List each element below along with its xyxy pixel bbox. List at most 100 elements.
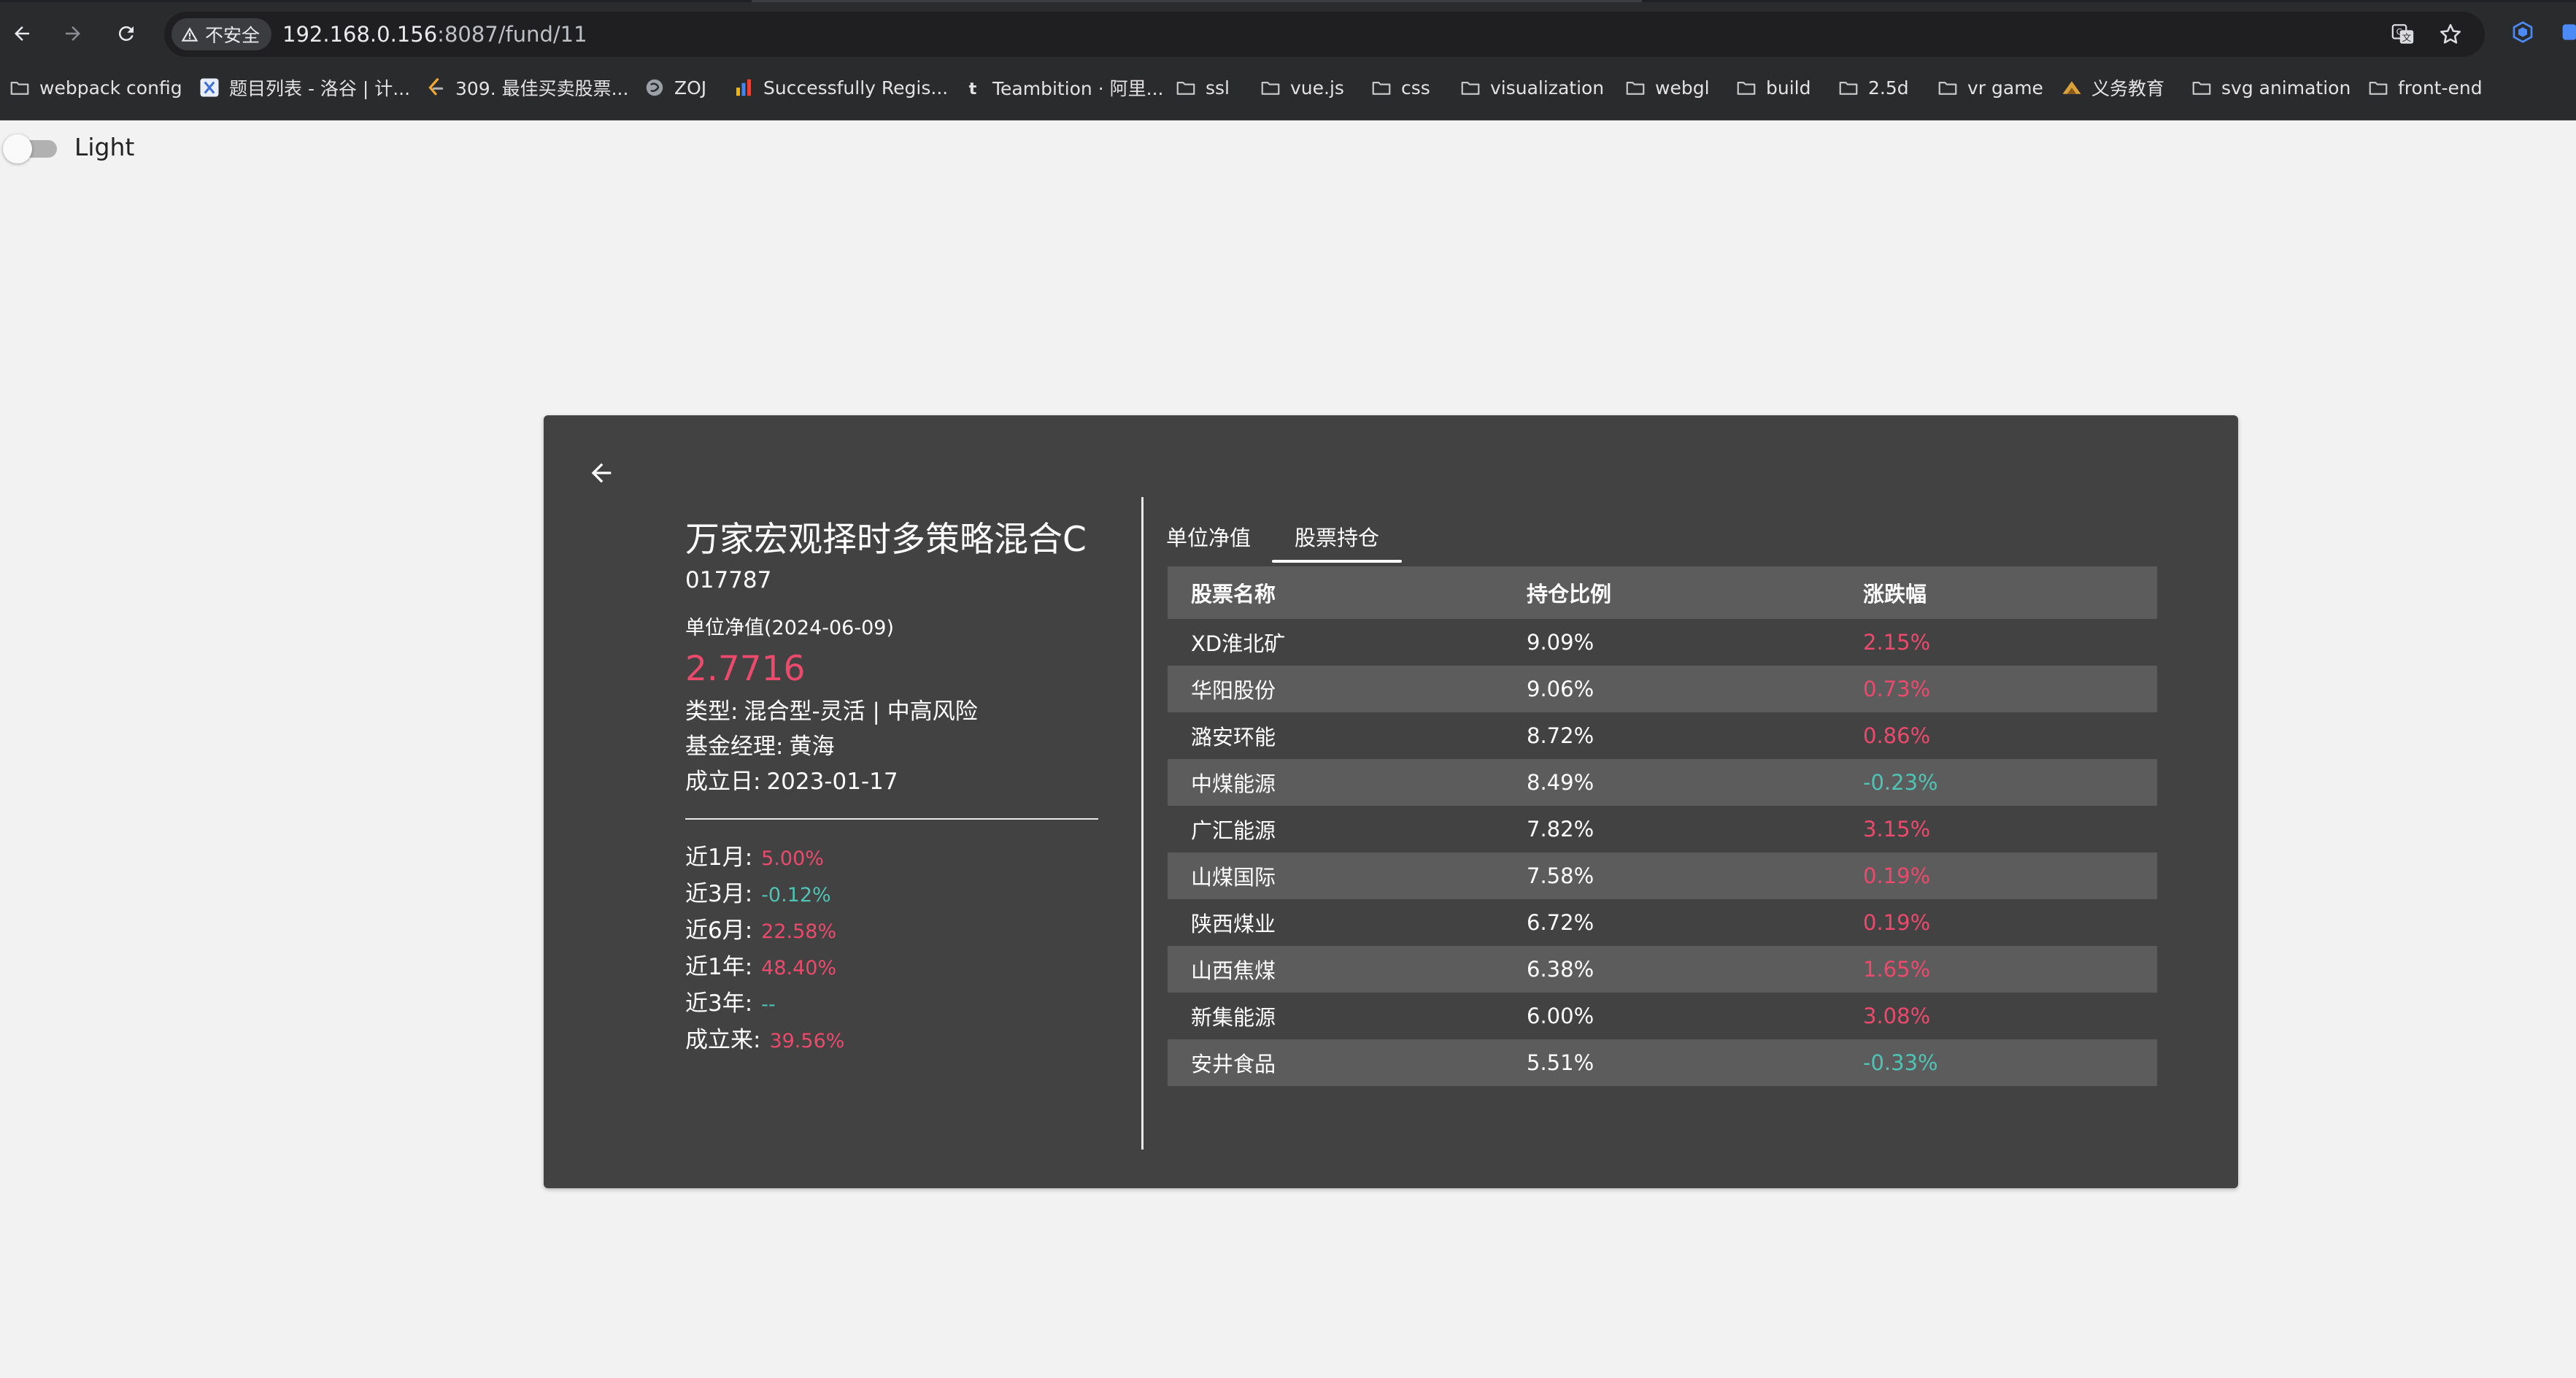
bookmark-item[interactable]: webpack config xyxy=(9,71,182,104)
performance-label: 近3月: xyxy=(685,881,753,907)
table-row[interactable]: 陕西煤业 6.72% 0.19% xyxy=(1168,899,2157,946)
performance-label: 近3年: xyxy=(685,990,753,1017)
url-text[interactable]: 192.168.0.156:8087/fund/11 xyxy=(282,12,587,57)
folder-icon xyxy=(1459,77,1481,99)
tab-unit-nav[interactable]: 单位净值 xyxy=(1165,516,1252,567)
fund-established-value: 2023-01-17 xyxy=(766,769,898,795)
bookmark-item[interactable]: vue.js xyxy=(1260,71,1344,104)
table-row[interactable]: 山西焦煤 6.38% 1.65% xyxy=(1168,946,2157,993)
fund-info-panel: 万家宏观择时多策略混合C 017787 单位净值(2024-06-09) 2.7… xyxy=(685,517,1098,1059)
bookmark-item[interactable]: css xyxy=(1370,71,1430,104)
fund-manager-value: 黄海 xyxy=(789,734,835,760)
table-row[interactable]: 潞安环能 8.72% 0.86% xyxy=(1168,712,2157,759)
stock-name: 安井食品 xyxy=(1191,1052,1276,1077)
warning-icon xyxy=(181,27,198,42)
performance-value: 39.56% xyxy=(769,1030,845,1052)
holding-ratio: 7.58% xyxy=(1527,863,1594,888)
table-row[interactable]: 安井食品 5.51% -0.33% xyxy=(1168,1039,2157,1086)
stock-name: 广汇能源 xyxy=(1191,818,1276,843)
holding-ratio: 5.51% xyxy=(1527,1050,1594,1075)
holding-ratio: 9.09% xyxy=(1527,630,1594,655)
stock-name: 山煤国际 xyxy=(1191,865,1276,890)
profile-extension-button[interactable] xyxy=(2560,20,2576,45)
performance-list: 近1月: 5.00% 近3月: -0.12% 近6月: 22.58% 近1年: 48.4… xyxy=(685,840,1098,1059)
bookmark-item[interactable]: 2.5d xyxy=(1837,71,1909,104)
performance-value: 48.40% xyxy=(761,957,837,979)
theme-toggle-label: Light xyxy=(74,132,135,161)
svg-text:t: t xyxy=(969,80,977,99)
security-chip[interactable]: 不安全 xyxy=(171,18,272,50)
folder-icon xyxy=(1735,77,1757,99)
price-change: 0.73% xyxy=(1863,677,1931,701)
column-header-change[interactable]: 涨跌幅 xyxy=(1863,577,2157,608)
table-row[interactable]: 华阳股份 9.06% 0.73% xyxy=(1168,666,2157,712)
stock-name: 潞安环能 xyxy=(1191,725,1276,750)
theme-toggle[interactable]: Light xyxy=(3,132,135,163)
fund-detail-card: 万家宏观择时多策略混合C 017787 单位净值(2024-06-09) 2.7… xyxy=(544,415,2238,1188)
bookmark-item[interactable]: ZOJ xyxy=(644,71,706,104)
holdings-table: 股票名称 持仓比例 涨跌幅 XD淮北矿 9.09% 2.15% 华阳股份 9.0… xyxy=(1168,566,2157,1086)
back-button[interactable] xyxy=(579,451,623,495)
tab-holdings[interactable]: 股票持仓 xyxy=(1272,516,1402,567)
info-divider xyxy=(685,818,1098,820)
table-row[interactable]: 山煤国际 7.58% 0.19% xyxy=(1168,852,2157,899)
bookmark-item[interactable]: 义务教育 xyxy=(2061,71,2164,104)
svg-text:文: 文 xyxy=(2402,33,2412,44)
price-change: -0.23% xyxy=(1863,770,1938,795)
luogu-icon xyxy=(198,77,220,99)
folder-icon xyxy=(9,77,31,99)
bookmark-label: visualization xyxy=(1490,77,1605,99)
bookmark-item[interactable]: ssl xyxy=(1175,71,1230,104)
browser-toolbar: 不安全 192.168.0.156:8087/fund/11 文G xyxy=(0,0,2576,71)
column-header-name[interactable]: 股票名称 xyxy=(1168,577,1527,608)
translate-button[interactable]: 文G xyxy=(2390,21,2416,47)
performance-row: 近3年: -- xyxy=(685,986,1098,1023)
back-nav-button[interactable] xyxy=(4,16,39,51)
security-label: 不安全 xyxy=(205,25,261,46)
teambition-icon: t xyxy=(962,77,984,99)
bookmark-item[interactable]: visualization xyxy=(1459,71,1604,104)
table-row[interactable]: 新集能源 6.00% 3.08% xyxy=(1168,993,2157,1039)
star-icon xyxy=(2440,23,2461,44)
bookmark-item[interactable]: front-end xyxy=(2367,71,2483,104)
bookmark-item[interactable]: t Teambition · 阿里... xyxy=(962,71,1164,104)
extension-button[interactable] xyxy=(2510,20,2535,45)
performance-value: 5.00% xyxy=(761,847,824,870)
bookmark-item[interactable]: webgl xyxy=(1624,71,1710,104)
nav-label: 单位净值(2024-06-09) xyxy=(685,617,894,639)
holding-ratio: 8.49% xyxy=(1527,770,1594,795)
theme-switch[interactable] xyxy=(3,132,58,163)
bookmark-item[interactable]: vr game xyxy=(1937,71,2043,104)
education-icon xyxy=(2061,77,2083,99)
forward-nav-button[interactable] xyxy=(55,16,90,51)
bookmark-item[interactable]: 题目列表 - 洛谷 | 计... xyxy=(198,71,410,104)
column-header-ratio[interactable]: 持仓比例 xyxy=(1527,577,1863,608)
panel-divider xyxy=(1141,497,1144,1150)
bookmark-star-button[interactable] xyxy=(2437,21,2464,47)
fund-name: 万家宏观择时多策略混合C xyxy=(685,520,1087,560)
bookmark-label: vue.js xyxy=(1290,77,1344,99)
bookmark-item[interactable]: Successfully Regis... xyxy=(733,71,948,104)
bookmark-item[interactable]: svg animation xyxy=(2191,71,2351,104)
table-row[interactable]: XD淮北矿 9.09% 2.15% xyxy=(1168,619,2157,666)
address-bar[interactable]: 不安全 192.168.0.156:8087/fund/11 文G xyxy=(164,12,2485,57)
stock-name: 山西焦煤 xyxy=(1191,958,1276,983)
arrow-left-icon xyxy=(15,26,29,41)
reload-button[interactable] xyxy=(109,16,144,51)
bookmark-item[interactable]: build xyxy=(1735,71,1810,104)
stock-name: 新集能源 xyxy=(1191,1005,1276,1030)
fund-type-row: 类型: 混合型-灵活 | 中高风险 xyxy=(685,694,1098,729)
switch-thumb[interactable] xyxy=(3,134,32,163)
fund-manager-key: 基金经理: xyxy=(685,734,784,760)
reload-icon xyxy=(118,26,134,41)
table-row[interactable]: 中煤能源 8.49% -0.23% xyxy=(1168,759,2157,806)
bookmark-item[interactable]: 309. 最佳买卖股票... xyxy=(425,71,628,104)
price-change: 2.15% xyxy=(1863,630,1931,655)
url-host: 192.168.0.156 xyxy=(282,22,438,47)
arrow-left-icon xyxy=(591,463,612,483)
svg-text:G: G xyxy=(2396,27,2403,37)
table-header: 股票名称 持仓比例 涨跌幅 xyxy=(1168,566,2157,619)
extension-square-icon xyxy=(2562,24,2576,40)
performance-label: 近6月: xyxy=(685,917,753,944)
table-row[interactable]: 广汇能源 7.82% 3.15% xyxy=(1168,806,2157,852)
